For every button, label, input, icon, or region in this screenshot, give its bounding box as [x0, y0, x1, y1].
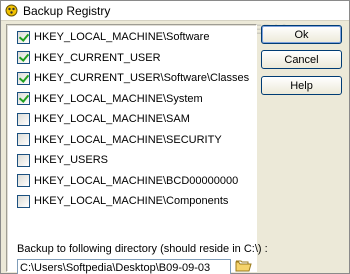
registry-key-label: HKEY_LOCAL_MACHINE\System: [34, 92, 203, 105]
registry-key-label: HKEY_CURRENT_USER: [34, 51, 161, 64]
registry-key-row[interactable]: HKEY_LOCAL_MACHINE\SECURITY: [17, 133, 222, 147]
registry-key-checkbox[interactable]: [17, 133, 30, 146]
options-panel: HKEY_LOCAL_MACHINE\Software HKEY_CURRENT_…: [6, 24, 268, 274]
registry-key-checkbox[interactable]: [17, 194, 30, 208]
registry-key-row[interactable]: HKEY_LOCAL_MACHINE\Components: [17, 194, 228, 208]
backup-registry-dialog: Backup Registry SOFTPEDIA HKEY_LOCAL_MAC…: [0, 0, 350, 274]
registry-key-label: HKEY_CURRENT_USER\Software\Classes: [34, 72, 250, 84]
registry-key-label: HKEY_LOCAL_MACHINE\SECURITY: [34, 133, 222, 146]
window-title: Backup Registry: [23, 4, 111, 18]
registry-key-row[interactable]: HKEY_LOCAL_MACHINE\System: [17, 92, 203, 106]
registry-key-checkbox[interactable]: [17, 71, 30, 85]
registry-key-row[interactable]: HKEY_USERS: [17, 153, 108, 167]
registry-key-row[interactable]: HKEY_LOCAL_MACHINE\Software: [17, 30, 209, 44]
registry-key-label: HKEY_LOCAL_MACHINE\Components: [34, 195, 229, 207]
ok-button[interactable]: Ok: [261, 25, 342, 44]
registry-key-row[interactable]: HKEY_CURRENT_USER: [17, 51, 161, 65]
cancel-button[interactable]: Cancel: [261, 50, 342, 69]
title-bar: Backup Registry: [1, 1, 349, 21]
registry-key-checkbox[interactable]: [17, 112, 30, 126]
registry-key-checkbox[interactable]: [17, 30, 30, 44]
registry-key-row[interactable]: HKEY_LOCAL_MACHINE\BCD00000000: [17, 174, 238, 188]
registry-key-label: HKEY_LOCAL_MACHINE\Software: [34, 31, 210, 43]
registry-key-checkbox[interactable]: [17, 174, 30, 187]
registry-key-label: HKEY_LOCAL_MACHINE\SAM: [34, 113, 190, 125]
registry-key-checkbox[interactable]: [17, 92, 30, 105]
registry-key-row[interactable]: HKEY_CURRENT_USER\Software\Classes: [17, 71, 249, 85]
help-button[interactable]: Help: [261, 76, 342, 95]
backup-directory-input[interactable]: [17, 259, 231, 274]
directory-label: Backup to following directory (should re…: [17, 243, 268, 255]
app-icon: [5, 4, 18, 17]
browse-folder-icon[interactable]: [235, 258, 252, 273]
registry-key-row[interactable]: HKEY_LOCAL_MACHINE\SAM: [17, 112, 190, 126]
registry-key-checkbox[interactable]: [17, 153, 30, 167]
registry-key-label: HKEY_USERS: [34, 154, 108, 166]
registry-key-label: HKEY_LOCAL_MACHINE\BCD00000000: [34, 174, 239, 187]
registry-key-checkbox[interactable]: [17, 51, 30, 64]
